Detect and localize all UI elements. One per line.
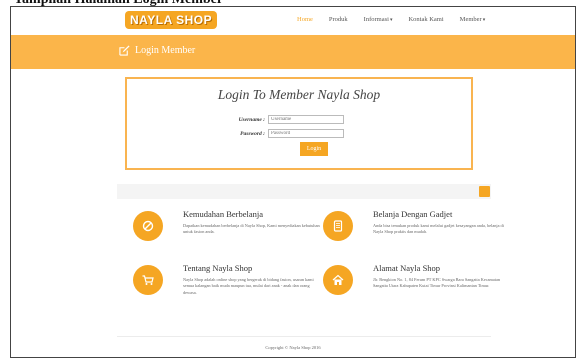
nav-home[interactable]: Home — [297, 16, 313, 23]
feature-description: Jlr. Bengkion No. 1, 84 Ferum PT KPC Swa… — [373, 277, 501, 289]
chevron-down-icon: ▾ — [389, 18, 393, 23]
login-heading: Login To Member Nayla Shop — [217, 87, 381, 102]
username-row: Username : — [217, 115, 344, 124]
edit-icon — [119, 45, 130, 56]
feature-icon-circle — [323, 265, 353, 295]
ban-icon — [142, 220, 154, 232]
copyright-text: Copyright © Nayla Shop 2016 — [265, 345, 321, 350]
home-icon — [332, 274, 344, 285]
feature-description: Nayla Shop adalah online shop yang berge… — [183, 277, 314, 295]
username-input[interactable] — [268, 115, 344, 124]
feature-kemudahan-berbelanja: Kemudahan Berbelanja Dapatkan kemudahan … — [133, 209, 333, 259]
feature-icon-circle — [323, 211, 353, 241]
nav-member[interactable]: Member▾ — [460, 16, 486, 23]
feature-title: Alamat Nayla Shop — [373, 263, 441, 273]
expand-button[interactable] — [479, 186, 490, 197]
feature-belanja-dengan-gadjet: Belanja Dengan Gadjet Anda bisa temukan … — [323, 209, 523, 259]
chevron-down-icon: ▾ — [482, 18, 486, 23]
username-label: Username : — [238, 116, 265, 123]
password-label: Password : — [240, 130, 265, 137]
banner-title: Login Member — [135, 45, 196, 56]
main-nav: Home Produk Informasi▾ Kontak Kami Membe… — [297, 16, 501, 23]
password-row: Password : — [217, 129, 344, 138]
nav-kontak-kami[interactable]: Kontak Kami — [408, 16, 443, 23]
tablet-icon — [333, 220, 343, 232]
login-button[interactable]: Login — [300, 142, 328, 156]
feature-alamat-nayla-shop: Alamat Nayla Shop Jlr. Bengkion No. 1, 8… — [323, 263, 523, 313]
navbar: NAYLA SHOP Home Produk Informasi▾ Kontak… — [11, 7, 575, 35]
section-strip — [117, 184, 491, 199]
nav-produk[interactable]: Produk — [329, 16, 348, 23]
feature-tentang-nayla-shop: Tentang Nayla Shop Nayla Shop adalah onl… — [133, 263, 333, 313]
cart-icon — [142, 275, 154, 285]
footer-divider — [117, 336, 491, 337]
logo[interactable]: NAYLA SHOP — [125, 11, 218, 29]
feature-icon-circle — [133, 211, 163, 241]
browser-frame: NAYLA SHOP Home Produk Informasi▾ Kontak… — [10, 6, 576, 358]
feature-description: Dapatkan kemudahan berbelanja di Nayla S… — [183, 223, 320, 235]
page-title: Login Member — [119, 45, 195, 56]
password-input[interactable] — [268, 129, 344, 138]
feature-icon-circle — [133, 265, 163, 295]
feature-title: Belanja Dengan Gadjet — [373, 209, 453, 219]
feature-description: Anda bisa temukan produk kami melalui ga… — [373, 223, 504, 235]
feature-title: Tentang Nayla Shop — [183, 263, 253, 273]
feature-title: Kemudahan Berbelanja — [183, 209, 264, 219]
nav-informasi[interactable]: Informasi▾ — [364, 16, 393, 23]
login-form: Login To Member Nayla Shop Username : Pa… — [125, 77, 473, 170]
page-banner: Login Member — [11, 35, 575, 69]
